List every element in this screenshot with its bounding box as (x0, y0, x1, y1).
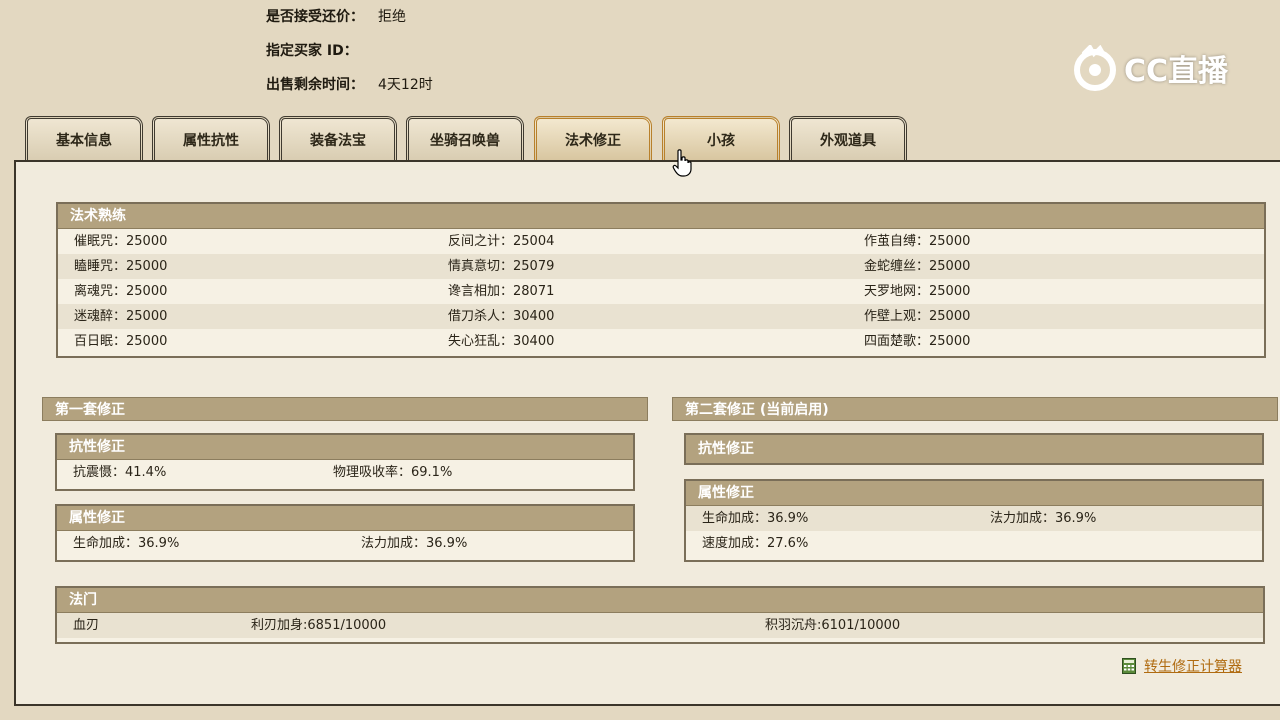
school-title: 法门 (57, 588, 1263, 613)
mastery-cell: 作壁上观：25000 (864, 309, 971, 324)
mastery-cell: 谗言相加：28071 (448, 284, 555, 299)
tab-equipment[interactable]: 装备法宝 (279, 116, 397, 160)
mastery-cell: 失心狂乱：30400 (448, 334, 555, 349)
set1-resist-box: 抗性修正 抗震慑：41.4% 物理吸收率：69.1% (55, 433, 635, 491)
mastery-cell: 离魂咒：25000 (74, 284, 168, 299)
attr-cell: 生命加成：36.9% (702, 511, 809, 526)
set2-resist-title: 抗性修正 (686, 435, 1262, 463)
tab-label: 坐骑召唤兽 (430, 132, 500, 149)
counter-offer-label: 是否接受还价： (266, 9, 364, 25)
tab-label: 小孩 (707, 132, 735, 149)
table-row: 生命加成：36.9% 法力加成：36.9% (686, 506, 1262, 531)
mastery-cell: 催眠咒：25000 (74, 234, 168, 249)
table-row: 瞌睡咒：25000 情真意切：25079 金蛇缠丝：25000 (58, 254, 1264, 279)
buyer-id-row: 指定买家 ID： (266, 40, 372, 60)
table-row: 催眠咒：25000 反间之计：25004 作茧自缚：25000 (58, 229, 1264, 254)
counter-offer-row: 是否接受还价： 拒绝 (266, 6, 406, 26)
calculator-label: 转生修正计算器 (1144, 659, 1242, 675)
school-cell: 利刃加身:6851/10000 (251, 618, 387, 633)
time-left-row: 出售剩余时间： 4天12时 (266, 74, 433, 94)
set1-attr-box: 属性修正 生命加成：36.9% 法力加成：36.9% (55, 504, 635, 562)
mastery-cell: 百日眠：25000 (74, 334, 168, 349)
tab-attributes-resistance[interactable]: 属性抗性 (152, 116, 270, 160)
cc-live-logo-icon (1074, 45, 1116, 91)
tab-spell-correction[interactable]: 法术修正 (534, 116, 652, 160)
mastery-cell: 瞌睡咒：25000 (74, 259, 168, 274)
set1-title: 第一套修正 (42, 397, 648, 421)
time-left-label: 出售剩余时间： (266, 77, 364, 93)
mastery-cell: 四面楚歌：25000 (864, 334, 971, 349)
set1-resist-title: 抗性修正 (57, 435, 633, 460)
resist-cell: 抗震慑：41.4% (73, 465, 167, 480)
tab-label: 外观道具 (820, 132, 876, 149)
set2-title: 第二套修正 (当前启用) (672, 397, 1278, 421)
school-box: 法门 血刃 利刃加身:6851/10000 积羽沉舟:6101/10000 (55, 586, 1265, 644)
tab-label: 法术修正 (565, 132, 621, 149)
tab-label: 装备法宝 (310, 132, 366, 149)
set2-attr-title: 属性修正 (686, 481, 1262, 506)
set2-resist-box: 抗性修正 (684, 433, 1264, 465)
mastery-cell: 借刀杀人：30400 (448, 309, 555, 324)
attr-cell: 生命加成：36.9% (73, 536, 180, 551)
table-row: 血刃 利刃加身:6851/10000 积羽沉舟:6101/10000 (57, 613, 1263, 638)
buyer-id-label: 指定买家 ID： (266, 43, 358, 59)
tab-label: 基本信息 (56, 132, 112, 149)
table-row: 抗震慑：41.4% 物理吸收率：69.1% (57, 460, 633, 485)
tab-mounts-summons[interactable]: 坐骑召唤兽 (406, 116, 524, 160)
set1-attr-title: 属性修正 (57, 506, 633, 531)
set2-attr-box: 属性修正 生命加成：36.9% 法力加成：36.9% 速度加成：27.6% (684, 479, 1264, 562)
spell-mastery-title: 法术熟练 (58, 204, 1264, 229)
attr-cell: 速度加成：27.6% (702, 536, 809, 551)
attr-cell: 法力加成：36.9% (990, 511, 1097, 526)
calculator-icon (1122, 658, 1136, 674)
mastery-cell: 天罗地网：25000 (864, 284, 971, 299)
mastery-cell: 反间之计：25004 (448, 234, 555, 249)
logo-text: CC直播 (1124, 54, 1229, 89)
table-row: 生命加成：36.9% 法力加成：36.9% (57, 531, 633, 556)
tab-label: 属性抗性 (183, 132, 239, 149)
mastery-cell: 迷魂醉：25000 (74, 309, 168, 324)
table-row: 百日眠：25000 失心狂乱：30400 四面楚歌：25000 (58, 329, 1264, 354)
cc-live-logo: CC直播 (1072, 44, 1228, 92)
counter-offer-value: 拒绝 (378, 9, 406, 25)
school-cell: 积羽沉舟:6101/10000 (765, 618, 901, 633)
rebirth-calculator-link[interactable]: 转生修正计算器 (1122, 656, 1242, 676)
time-left-value: 4天12时 (378, 77, 433, 93)
spell-mastery-box: 法术熟练 催眠咒：25000 反间之计：25004 作茧自缚：25000 瞌睡咒… (56, 202, 1266, 358)
attr-cell: 法力加成：36.9% (361, 536, 468, 551)
table-row: 离魂咒：25000 谗言相加：28071 天罗地网：25000 (58, 279, 1264, 304)
spell-correction-panel: 法术熟练 催眠咒：25000 反间之计：25004 作茧自缚：25000 瞌睡咒… (14, 160, 1280, 706)
mastery-cell: 情真意切：25079 (448, 259, 555, 274)
tab-basic-info[interactable]: 基本信息 (25, 116, 143, 160)
resist-cell: 物理吸收率：69.1% (333, 465, 453, 480)
school-cell: 血刃 (73, 618, 100, 633)
hand-cursor-icon (672, 149, 692, 177)
tab-appearance-items[interactable]: 外观道具 (789, 116, 907, 160)
table-row: 迷魂醉：25000 借刀杀人：30400 作壁上观：25000 (58, 304, 1264, 329)
mastery-cell: 金蛇缠丝：25000 (864, 259, 971, 274)
mastery-cell: 作茧自缚：25000 (864, 234, 971, 249)
table-row: 速度加成：27.6% (686, 531, 1262, 556)
